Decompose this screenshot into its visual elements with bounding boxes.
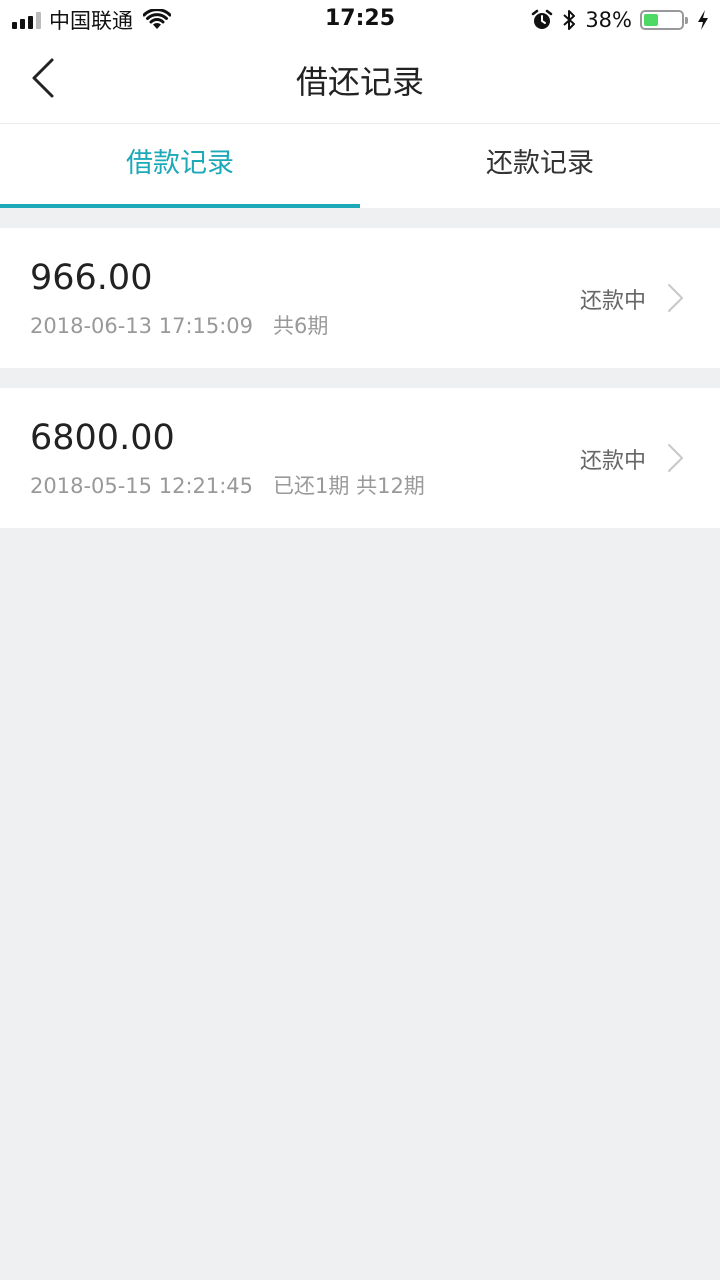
loan-record-item[interactable]: 6800.00 2018-05-15 12:21:45 已还1期 共12期 还款中 bbox=[0, 388, 720, 528]
bluetooth-icon bbox=[563, 10, 576, 30]
loan-record-item[interactable]: 966.00 2018-06-13 17:15:09 共6期 还款中 bbox=[0, 228, 720, 368]
status-bar: 中国联通 17:25 38% bbox=[0, 0, 720, 40]
charging-icon bbox=[698, 10, 708, 30]
loan-datetime: 2018-05-15 12:21:45 bbox=[30, 474, 254, 498]
record-tabs: 借款记录 还款记录 bbox=[0, 124, 720, 208]
loan-datetime: 2018-06-13 17:15:09 bbox=[30, 314, 254, 338]
navigation-bar: 借还记录 bbox=[0, 40, 720, 124]
loan-meta: 2018-05-15 12:21:45 已还1期 共12期 bbox=[30, 470, 425, 500]
chevron-left-icon bbox=[32, 58, 54, 98]
chevron-right-icon bbox=[668, 284, 683, 312]
status-right: 38% bbox=[531, 6, 710, 34]
tab-repayment-records[interactable]: 还款记录 bbox=[360, 124, 720, 208]
battery-icon bbox=[640, 10, 688, 30]
battery-percent: 38% bbox=[585, 8, 632, 32]
loan-amount: 966.00 bbox=[30, 258, 153, 298]
loan-amount: 6800.00 bbox=[30, 418, 175, 458]
chevron-right-icon bbox=[668, 444, 683, 472]
loan-installments: 共6期 bbox=[273, 314, 329, 338]
loan-status: 还款中 bbox=[579, 449, 646, 474]
page-title: 借还记录 bbox=[295, 63, 424, 101]
loan-meta: 2018-06-13 17:15:09 共6期 bbox=[30, 310, 328, 340]
alarm-icon bbox=[532, 9, 553, 29]
loan-installments: 已还1期 共12期 bbox=[273, 474, 425, 498]
back-button[interactable] bbox=[24, 54, 64, 102]
battery-level-fill bbox=[644, 14, 658, 26]
loan-status: 还款中 bbox=[579, 289, 646, 314]
tab-borrow-records[interactable]: 借款记录 bbox=[0, 124, 360, 208]
